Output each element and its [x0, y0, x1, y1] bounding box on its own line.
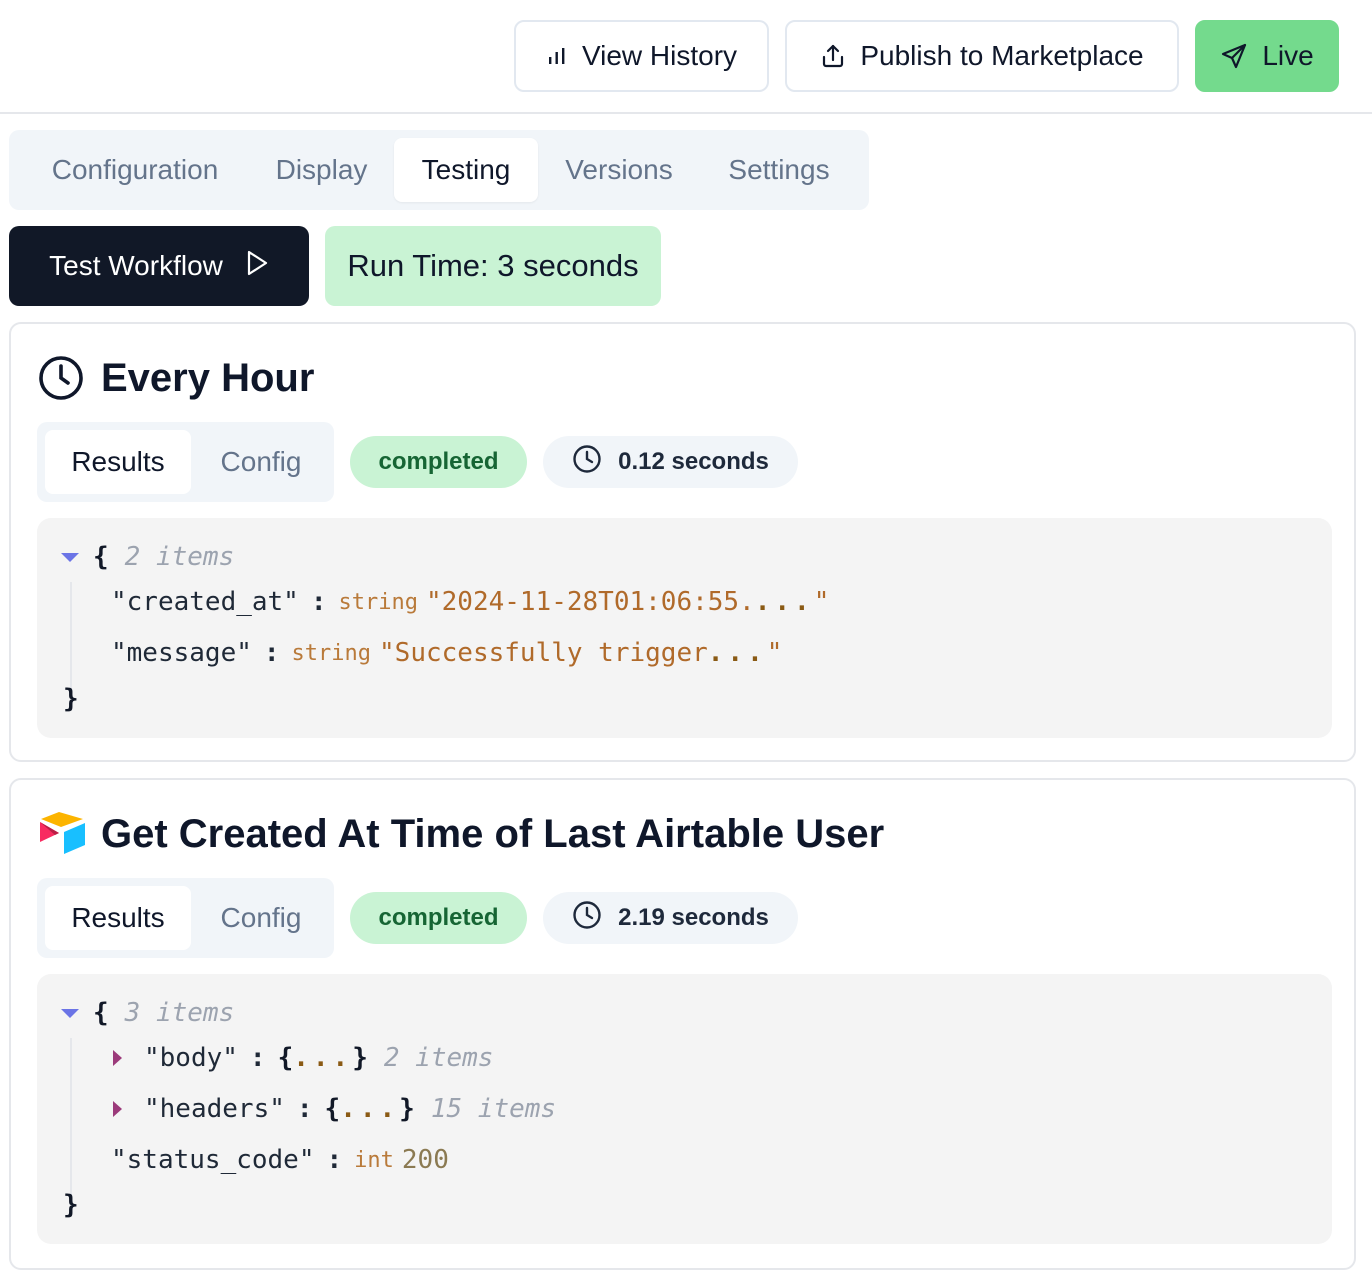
json-entry: "status_code" : int 200	[111, 1145, 449, 1175]
view-history-button[interactable]: View History	[514, 20, 769, 92]
live-label: Live	[1262, 40, 1314, 71]
test-workflow-label: Test Workflow	[49, 250, 223, 281]
upload-icon	[820, 43, 846, 69]
results-tab[interactable]: Results	[45, 430, 191, 494]
item-count: 2 items	[124, 542, 235, 572]
truncation-ellipsis[interactable]: ...	[755, 587, 814, 617]
step-card: Every Hour Results Config completed 0.12…	[9, 322, 1356, 762]
json-indent-guide	[70, 1038, 72, 1198]
tab-settings[interactable]: Settings	[709, 138, 849, 202]
json-entry[interactable]: "headers" : { ... } 15 items	[113, 1094, 556, 1124]
step-subtabs: Results Config	[37, 422, 334, 502]
step-title: Every Hour	[101, 356, 315, 400]
step-title: Get Created At Time of Last Airtable Use…	[101, 812, 885, 856]
test-workflow-button[interactable]: Test Workflow	[9, 226, 309, 306]
duration-text: 0.12 seconds	[618, 448, 769, 475]
config-tab[interactable]: Config	[197, 886, 325, 950]
step-subtabs: Results Config	[37, 878, 334, 958]
tab-configuration[interactable]: Configuration	[26, 138, 244, 202]
expand-toggle-icon[interactable]	[113, 1050, 122, 1066]
status-badge: completed	[350, 436, 527, 488]
json-entry[interactable]: "body" : { ... } 2 items	[113, 1043, 493, 1073]
send-icon	[1220, 42, 1248, 70]
item-count: 3 items	[124, 998, 235, 1028]
tab-versions[interactable]: Versions	[549, 138, 689, 202]
json-root-line: { 3 items	[61, 998, 234, 1028]
duration-text: 2.19 seconds	[618, 904, 769, 931]
clock-icon	[572, 444, 602, 481]
clock-icon	[572, 900, 602, 937]
expand-toggle-icon[interactable]	[113, 1101, 122, 1117]
config-tab[interactable]: Config	[197, 430, 325, 494]
item-count: 2 items	[383, 1043, 494, 1073]
json-root-line: { 2 items	[61, 542, 234, 572]
publish-label: Publish to Marketplace	[860, 40, 1144, 71]
duration-badge: 2.19 seconds	[543, 892, 798, 944]
json-close-line: }	[63, 684, 79, 714]
live-button[interactable]: Live	[1195, 20, 1339, 92]
status-badge: completed	[350, 892, 527, 944]
publish-marketplace-button[interactable]: Publish to Marketplace	[785, 20, 1179, 92]
play-icon	[245, 250, 269, 283]
bar-chart-icon	[546, 45, 568, 67]
run-time-badge: Run Time: 3 seconds	[325, 226, 661, 306]
collapse-toggle-icon[interactable]	[61, 1008, 79, 1018]
json-entry: "created_at" : string "2024-11-28T01:06:…	[111, 587, 830, 617]
tab-testing[interactable]: Testing	[394, 138, 538, 202]
clock-icon	[37, 354, 85, 407]
collapse-toggle-icon[interactable]	[61, 552, 79, 562]
airtable-logo-icon	[37, 810, 87, 861]
json-viewer: { 2 items "created_at" : string "2024-11…	[37, 518, 1332, 738]
truncation-ellipsis[interactable]: ...	[708, 638, 767, 668]
duration-badge: 0.12 seconds	[543, 436, 798, 488]
json-indent-guide	[70, 582, 72, 692]
json-viewer: { 3 items "body" : { ... } 2 items "head…	[37, 974, 1332, 1244]
step-card: Get Created At Time of Last Airtable Use…	[9, 778, 1356, 1270]
view-history-label: View History	[581, 40, 738, 71]
tab-display[interactable]: Display	[259, 138, 384, 202]
results-tab[interactable]: Results	[45, 886, 191, 950]
json-entry: "message" : string "Successfully trigger…	[111, 638, 783, 668]
item-count: 15 items	[430, 1094, 557, 1124]
json-close-line: }	[63, 1190, 79, 1220]
main-tabs: Configuration Display Testing Versions S…	[9, 130, 869, 210]
top-header: View History Publish to Marketplace Live	[0, 0, 1372, 114]
